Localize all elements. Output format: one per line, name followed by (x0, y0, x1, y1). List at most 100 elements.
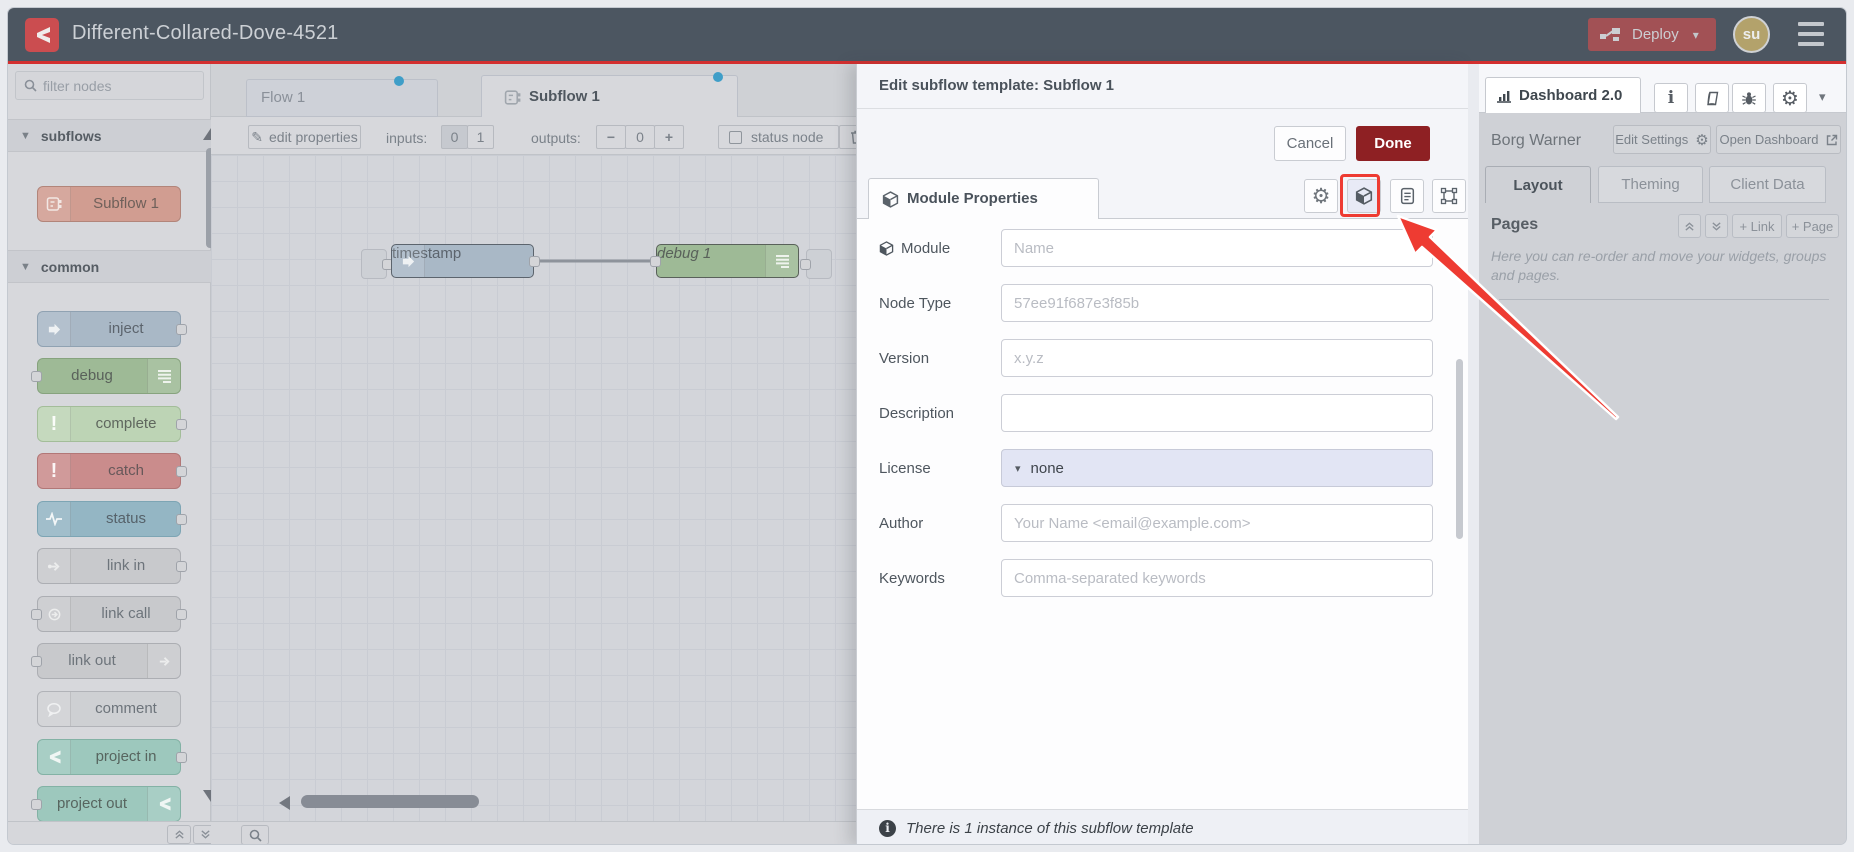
palette-node-link-in[interactable]: link in (37, 548, 187, 584)
cube-icon (879, 241, 894, 256)
palette-category-subflows[interactable]: ▼ subflows (8, 119, 211, 152)
move-up-button[interactable] (1678, 214, 1701, 238)
tab-module-properties[interactable]: Module Properties (868, 178, 1099, 219)
book-icon (1704, 91, 1720, 106)
checkbox-icon (729, 130, 742, 144)
palette-filter-input[interactable] (43, 77, 193, 94)
node-palette: ▼ subflows Subflow 1 ▼ common inject deb… (8, 64, 219, 844)
palette-node-comment[interactable]: comment (37, 691, 181, 727)
palette-node-link-out[interactable]: link out (31, 643, 181, 679)
chevron-down-icon: ▼ (20, 260, 31, 273)
output-port[interactable] (176, 466, 187, 477)
tray-scrollbar[interactable] (1456, 359, 1463, 539)
edit-settings-button[interactable]: Edit Settings ⚙ (1613, 125, 1711, 154)
tab-debug-button[interactable] (1732, 83, 1766, 113)
palette-node-project-in[interactable]: project in (37, 739, 187, 775)
author-field-input[interactable] (1001, 504, 1433, 542)
palette-node-subflow-1[interactable]: Subflow 1 (37, 186, 181, 222)
outputs-plus-button[interactable]: + (654, 125, 684, 149)
input-port[interactable] (31, 656, 42, 667)
canvas-node-timestamp[interactable]: timestamp (391, 244, 540, 278)
palette-node-status[interactable]: status (37, 501, 187, 537)
cancel-button[interactable]: Cancel (1274, 126, 1346, 161)
palette-node-link-call[interactable]: link call (31, 596, 187, 632)
dashboard-project-name: Borg Warner (1491, 132, 1582, 149)
palette-collapse-all-button[interactable] (167, 825, 191, 844)
description-tab-button[interactable] (1390, 179, 1424, 213)
output-port[interactable] (176, 752, 187, 763)
info-icon: i (879, 819, 896, 837)
tray-resize-gap[interactable] (1468, 64, 1479, 844)
tab-layout[interactable]: Layout (1485, 166, 1591, 203)
workspace-footer (211, 821, 856, 844)
palette-node-project-out[interactable]: project out (31, 786, 181, 822)
palette-category-common[interactable]: ▼ common (8, 250, 211, 283)
tab-config-button[interactable]: ⚙ (1773, 83, 1807, 113)
version-field-input[interactable] (1001, 339, 1433, 377)
sidebar-tab-bar: Dashboard 2.0 i ⚙ ▾ (1479, 64, 1846, 113)
input-port[interactable] (31, 371, 42, 382)
main-menu-icon[interactable] (1798, 22, 1824, 46)
flow-canvas[interactable]: timestamp debug 1 (211, 155, 856, 821)
palette-node-catch[interactable]: ! catch (37, 453, 187, 489)
subflow-output-stub[interactable] (800, 249, 832, 279)
move-down-button[interactable] (1705, 214, 1728, 238)
tab-flow-1[interactable]: Flow 1 (246, 76, 438, 117)
canvas-horizontal-scrollbar[interactable] (301, 795, 479, 808)
sidebar-tabs-caret-icon[interactable]: ▾ (1819, 89, 1826, 105)
add-link-button[interactable]: + Link (1732, 214, 1782, 238)
properties-tab-button[interactable]: ⚙ (1304, 179, 1338, 213)
node-type-field-input[interactable] (1001, 284, 1433, 322)
description-field-input[interactable] (1001, 394, 1433, 432)
input-port[interactable] (650, 256, 661, 267)
tab-theming[interactable]: Theming (1598, 166, 1703, 203)
scroll-left-icon[interactable] (279, 796, 290, 810)
license-select[interactable]: ▾ none (1001, 449, 1433, 487)
output-port[interactable] (176, 609, 187, 620)
edit-properties-button[interactable]: ✎ edit properties (248, 125, 361, 149)
add-page-button[interactable]: + Page (1786, 214, 1839, 238)
inputs-0-button[interactable]: 0 (441, 125, 468, 149)
output-port[interactable] (176, 324, 187, 335)
catch-icon: ! (38, 454, 71, 488)
input-port[interactable] (31, 799, 42, 810)
caret-down-icon: ▾ (1015, 462, 1021, 475)
user-avatar[interactable]: su (1733, 16, 1770, 53)
tab-dashboard-2[interactable]: Dashboard 2.0 (1485, 77, 1641, 113)
subflow-input-stub[interactable] (361, 249, 393, 279)
palette-node-debug[interactable]: debug (31, 358, 181, 394)
done-button[interactable]: Done (1356, 126, 1430, 161)
app-window: Different-Collared-Dove-4521 Deploy ▾ su… (7, 7, 1847, 845)
tab-help-button[interactable] (1695, 83, 1729, 113)
keywords-field-input[interactable] (1001, 559, 1433, 597)
canvas-node-debug-1[interactable]: debug 1 (650, 244, 799, 278)
output-port[interactable] (529, 256, 540, 267)
inputs-label: inputs: (386, 130, 428, 146)
appearance-tab-button[interactable] (1432, 179, 1466, 213)
open-dashboard-button[interactable]: Open Dashboard (1716, 125, 1841, 154)
zoom-search-button[interactable] (241, 825, 269, 844)
palette-filter[interactable] (15, 71, 204, 100)
double-chevron-up-icon (1685, 221, 1694, 231)
input-port[interactable] (31, 609, 42, 620)
output-port[interactable] (176, 514, 187, 525)
output-port[interactable] (176, 561, 187, 572)
outputs-minus-button[interactable]: − (596, 125, 626, 149)
node-red-app: Different-Collared-Dove-4521 Deploy ▾ su… (0, 0, 1854, 852)
status-node-toggle[interactable]: status node (718, 125, 839, 149)
palette-node-inject[interactable]: inject (37, 311, 187, 347)
deploy-button[interactable]: Deploy ▾ (1588, 18, 1716, 51)
double-chevron-down-icon (1712, 221, 1721, 231)
project-in-icon (38, 740, 71, 774)
tab-info-button[interactable]: i (1654, 83, 1688, 113)
inputs-1-button[interactable]: 1 (467, 125, 494, 149)
input-port[interactable] (800, 259, 811, 270)
tab-subflow-1[interactable]: Subflow 1 (481, 72, 738, 118)
instance-note: There is 1 instance of this subflow temp… (906, 819, 1194, 837)
tab-client-data[interactable]: Client Data (1709, 166, 1826, 203)
module-field-input[interactable] (1001, 229, 1433, 267)
palette-node-complete[interactable]: ! complete (37, 406, 187, 442)
project-out-icon (147, 787, 180, 821)
deploy-caret-icon[interactable]: ▾ (1693, 28, 1699, 42)
output-port[interactable] (176, 419, 187, 430)
